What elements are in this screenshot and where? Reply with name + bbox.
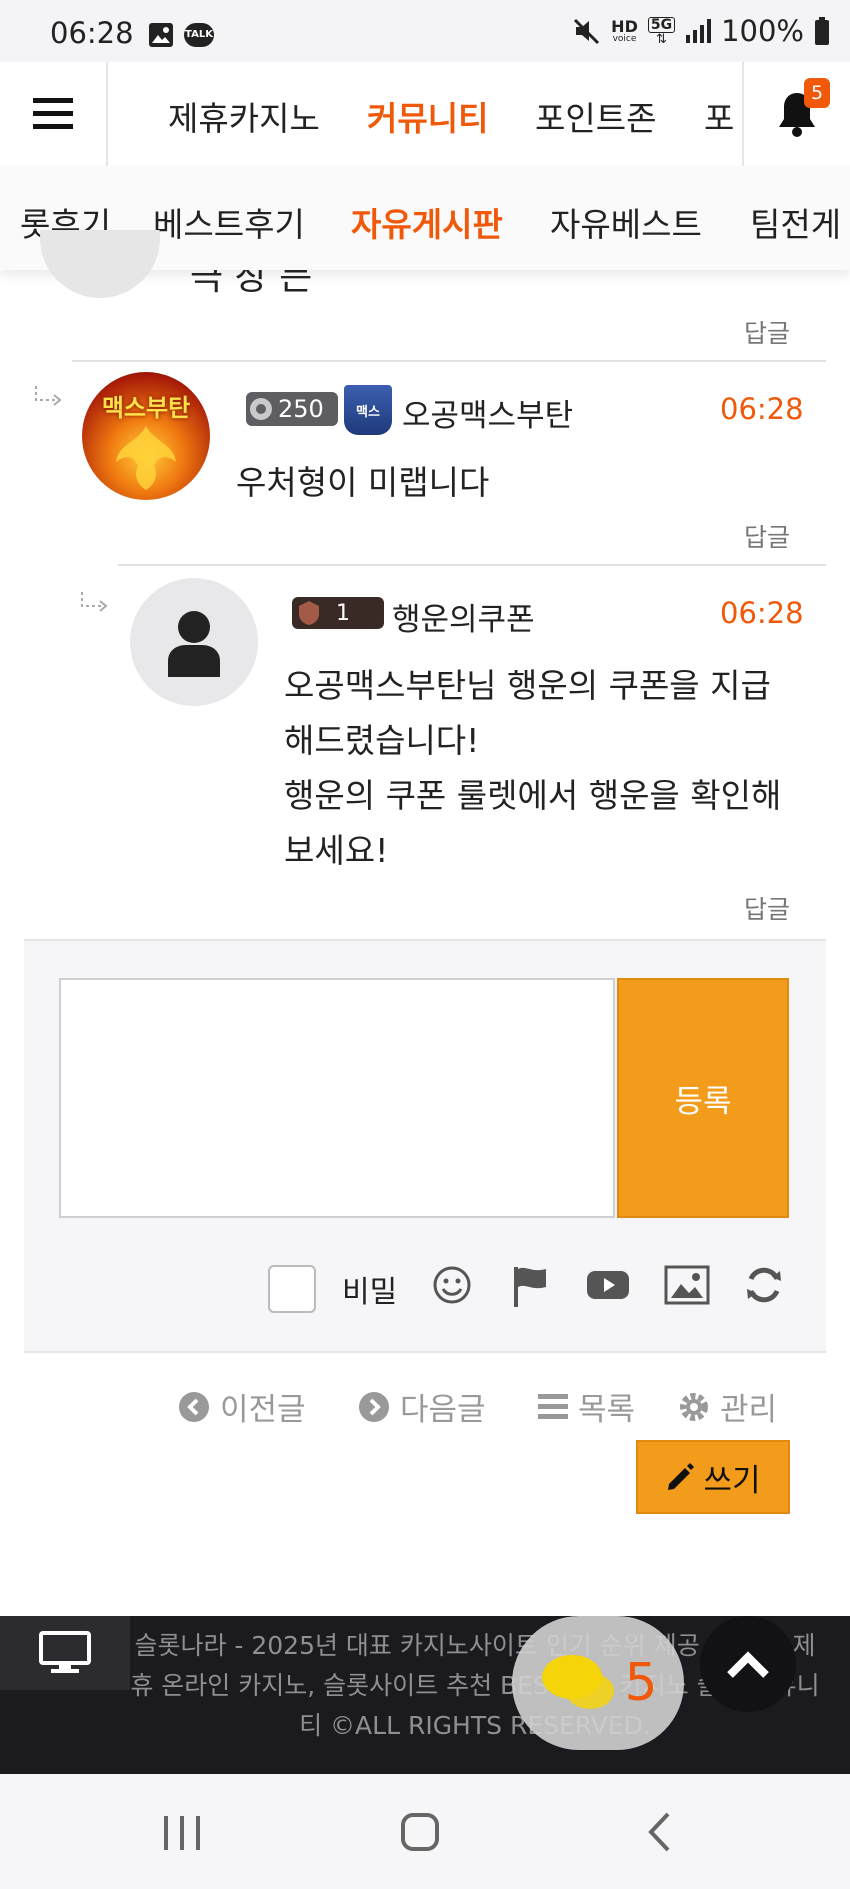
comment-line: 행운의 쿠폰 룰렛에서 행운을 확인해 <box>284 776 782 815</box>
notification-badge: 5 <box>804 78 830 108</box>
hd-voice-icon: HD voice <box>611 16 638 44</box>
recent-apps-icon[interactable] <box>160 1814 204 1852</box>
flag-icon[interactable] <box>510 1265 550 1307</box>
prev-post-link[interactable]: 이전글 <box>178 1384 306 1429</box>
pencil-icon <box>668 1463 695 1490</box>
list-icon <box>538 1393 568 1419</box>
submit-button[interactable]: 등록 <box>617 978 789 1218</box>
status-left-icons: TALK <box>148 22 214 48</box>
status-bar: 06:28 TALK HD voice 5G ⇅ 100% <box>0 0 850 62</box>
reply-link[interactable]: 답글 <box>744 314 790 350</box>
status-time: 06:28 <box>50 16 134 50</box>
signal-icon <box>686 19 712 43</box>
nav-item-community[interactable]: 커뮤니티 <box>367 92 488 140</box>
comment-nickname[interactable]: 오공맥스부탄 <box>402 390 573 435</box>
avatar <box>40 230 160 298</box>
pc-version-button[interactable] <box>0 1616 130 1690</box>
gear-icon <box>680 1392 708 1421</box>
notification-button[interactable] <box>742 62 850 166</box>
talk-icon: TALK <box>184 23 214 47</box>
avatar[interactable] <box>130 578 258 706</box>
scroll-top-button[interactable] <box>700 1616 796 1712</box>
battery-percent: 100% <box>721 14 804 48</box>
secret-checkbox[interactable] <box>268 1265 316 1313</box>
divider <box>72 360 826 362</box>
chevron-right-circle-icon <box>359 1391 389 1422</box>
comment-line: 오공맥스부탄님 행운의 쿠폰을 지급 <box>284 666 771 705</box>
youtube-icon[interactable] <box>586 1265 630 1305</box>
comment-time: 06:28 <box>720 392 804 426</box>
emoticon-icon[interactable] <box>432 1265 472 1305</box>
nav-item-partner-casino[interactable]: 제휴카지노 <box>168 92 320 140</box>
phoenix-icon <box>116 426 176 490</box>
battery-icon <box>815 17 829 45</box>
status-right-icons: HD voice 5G ⇅ 100% <box>573 14 830 48</box>
subnav-item-team[interactable]: 팀전게 <box>750 198 841 246</box>
chat-bubble-icon <box>542 1655 615 1709</box>
comment-line: 해드렸습니다! <box>284 721 480 760</box>
chevron-left-circle-icon <box>179 1391 209 1422</box>
gallery-icon <box>149 23 173 47</box>
desktop-icon <box>39 1631 91 1673</box>
partial-avatar-clip <box>40 230 160 298</box>
comment-line: 보세요! <box>284 831 389 870</box>
secret-label: 비밀 <box>342 1275 398 1310</box>
nav-item-point-zone[interactable]: 포인트존 <box>535 92 656 140</box>
back-icon[interactable] <box>646 1810 672 1854</box>
network-icon: 5G ⇅ <box>647 16 676 46</box>
comment-text: 오공맥스부탄님 행운의 쿠폰을 지급 해드렸습니다! 행운의 쿠폰 룰렛에서 행… <box>284 658 781 878</box>
subnav-item-free-best[interactable]: 자유베스트 <box>550 198 702 246</box>
list-link[interactable]: 목록 <box>538 1384 635 1429</box>
menu-button[interactable] <box>0 62 108 166</box>
manage-link[interactable]: 관리 <box>678 1384 777 1429</box>
avatar[interactable]: 맥스부탄 <box>82 372 210 500</box>
chat-count: 5 <box>624 1653 658 1713</box>
reply-arrow-icon <box>81 592 108 612</box>
system-navigation <box>0 1774 850 1889</box>
nav-item-overflow-clip: 포 <box>704 62 742 166</box>
reply-link[interactable]: 답글 <box>744 890 790 926</box>
reply-arrow-icon <box>35 386 62 406</box>
level-badge: 1 <box>292 597 384 629</box>
level-shield-icon <box>299 601 319 625</box>
reply-link[interactable]: 답글 <box>744 518 790 554</box>
subnav-item-best-review[interactable]: 베스트후기 <box>153 198 305 246</box>
subnav-item-free-board[interactable]: 자유게시판 <box>351 198 503 246</box>
home-icon[interactable] <box>400 1812 440 1852</box>
chevron-up-icon <box>727 1651 769 1678</box>
partial-comment-text: 극 장 든 <box>190 270 313 294</box>
chat-widget[interactable]: 5 <box>512 1616 684 1750</box>
user-icon <box>168 611 220 677</box>
image-icon[interactable] <box>664 1265 710 1305</box>
comment-nickname[interactable]: 행운의쿠폰 <box>392 594 535 639</box>
level-gear-icon <box>250 398 272 420</box>
avatar-text: 맥스부탄 <box>101 394 191 422</box>
hamburger-icon <box>33 98 73 129</box>
mute-icon <box>574 18 600 45</box>
refresh-icon[interactable] <box>744 1265 784 1305</box>
partial-comment-clip: 극 장 든 <box>190 270 312 294</box>
level-badge: 250 <box>246 392 338 426</box>
write-button[interactable]: 쓰기 <box>636 1440 790 1514</box>
nav-item-truncated[interactable]: 포 <box>704 92 734 140</box>
comment-text: 우처형이 미랩니다 <box>236 463 490 502</box>
comment-time: 06:28 <box>720 596 804 630</box>
comment-form: 등록 비밀 <box>24 939 826 1353</box>
comment-input[interactable] <box>59 978 615 1218</box>
next-post-link[interactable]: 다음글 <box>358 1384 486 1429</box>
team-badge: 맥스 <box>344 385 392 435</box>
divider <box>118 564 826 566</box>
main-navigation: 제휴카지노 커뮤니티 포인트존 포 5 <box>0 62 850 168</box>
